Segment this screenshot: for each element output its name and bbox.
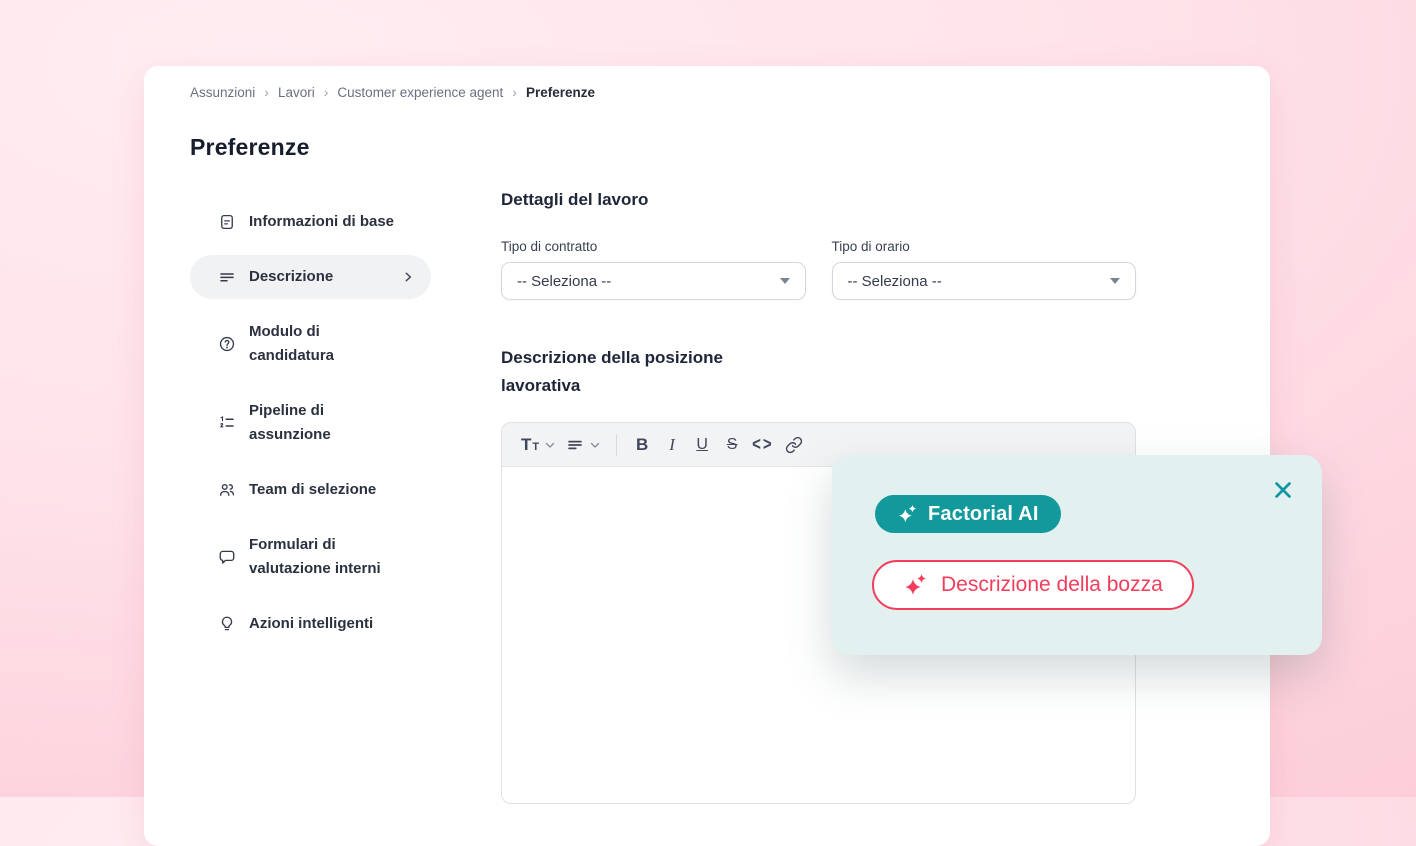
contract-type-selected-value: -- Seleziona --	[517, 273, 611, 290]
bold-icon: B	[636, 435, 648, 455]
draft-description-button-label: Descrizione della bozza	[941, 573, 1163, 597]
chevron-right-icon	[401, 270, 415, 284]
strikethrough-icon: S	[727, 436, 738, 454]
strikethrough-button[interactable]: S	[719, 430, 745, 460]
sparkle-icon	[897, 504, 917, 524]
sidebar-item-label: Informazioni di base	[249, 210, 394, 234]
contract-type-label: Tipo di contratto	[501, 239, 806, 254]
schedule-type-field: Tipo di orario -- Seleziona --	[832, 239, 1137, 300]
schedule-type-label: Tipo di orario	[832, 239, 1137, 254]
italic-icon: I	[669, 435, 675, 455]
breadcrumb-separator: ›	[512, 84, 517, 100]
bold-button[interactable]: B	[629, 430, 655, 460]
align-left-icon	[218, 268, 236, 286]
breadcrumb: Assunzioni › Lavori › Customer experienc…	[190, 84, 595, 100]
job-details-heading: Dettagli del lavoro	[501, 186, 1136, 214]
sparkle-icon	[903, 573, 927, 597]
page-title: Preferenze	[190, 134, 310, 161]
text-style-button[interactable]: TT	[518, 430, 559, 460]
note-icon	[218, 213, 236, 231]
schedule-type-selected-value: -- Seleziona --	[848, 273, 942, 290]
breadcrumb-separator: ›	[324, 84, 329, 100]
code-icon: <>	[752, 434, 774, 455]
breadcrumb-current-preferenze: Preferenze	[526, 85, 595, 100]
job-description-heading: Descrizione della posizione lavorativa	[501, 344, 801, 400]
toolbar-divider	[616, 434, 617, 456]
link-button[interactable]	[781, 430, 807, 460]
alignment-button[interactable]	[563, 430, 604, 460]
sidebar-item-label: Modulo di candidatura	[249, 320, 397, 368]
close-icon[interactable]	[1272, 479, 1294, 501]
caret-down-icon	[1110, 278, 1120, 284]
underline-icon: U	[696, 436, 708, 454]
settings-sidebar: Informazioni di base Descrizione	[190, 200, 431, 646]
sidebar-item-label: Team di selezione	[249, 478, 376, 502]
numbered-list-icon	[218, 414, 236, 432]
italic-button[interactable]: I	[659, 430, 685, 460]
sidebar-item-azioni-intelligenti[interactable]: Azioni intelligenti	[190, 602, 431, 646]
lightbulb-icon	[218, 615, 236, 633]
sidebar-item-label: Pipeline di assunzione	[249, 399, 397, 447]
chevron-down-icon	[589, 439, 601, 451]
contract-type-select[interactable]: -- Seleziona --	[501, 262, 806, 300]
people-icon	[218, 481, 236, 499]
breadcrumb-separator: ›	[264, 84, 269, 100]
align-left-icon	[566, 436, 584, 454]
contract-type-field: Tipo di contratto -- Seleziona --	[501, 239, 806, 300]
factorial-ai-badge: Factorial AI	[875, 495, 1061, 533]
chat-bubble-icon	[218, 548, 236, 566]
sidebar-item-label: Descrizione	[249, 265, 333, 289]
job-details-fields: Tipo di contratto -- Seleziona -- Tipo d…	[501, 239, 1136, 300]
page-background: { "breadcrumb": { "separator": "\u203a",…	[0, 0, 1416, 797]
breadcrumb-job-name[interactable]: Customer experience agent	[337, 85, 503, 100]
chevron-down-icon	[544, 439, 556, 451]
text-style-icon: TT	[521, 435, 539, 455]
draft-description-button[interactable]: Descrizione della bozza	[872, 560, 1194, 610]
breadcrumb-assunzioni[interactable]: Assunzioni	[190, 85, 255, 100]
sidebar-item-modulo-di-candidatura[interactable]: Modulo di candidatura	[190, 310, 431, 378]
schedule-type-select[interactable]: -- Seleziona --	[832, 262, 1137, 300]
breadcrumb-lavori[interactable]: Lavori	[278, 85, 315, 100]
code-button[interactable]: <>	[749, 430, 777, 460]
sidebar-item-label: Azioni intelligenti	[249, 612, 373, 636]
sidebar-item-pipeline-di-assunzione[interactable]: Pipeline di assunzione	[190, 389, 431, 457]
underline-button[interactable]: U	[689, 430, 715, 460]
factorial-ai-popover: Factorial AI Descrizione della bozza	[832, 455, 1322, 655]
caret-down-icon	[780, 278, 790, 284]
question-circle-icon	[218, 335, 236, 353]
sidebar-item-team-di-selezione[interactable]: Team di selezione	[190, 468, 431, 512]
sidebar-item-label: Formulari di valutazione interni	[249, 533, 397, 581]
sidebar-item-formulari-di-valutazione-interni[interactable]: Formulari di valutazione interni	[190, 523, 431, 591]
sidebar-item-informazioni-di-base[interactable]: Informazioni di base	[190, 200, 431, 244]
factorial-ai-badge-label: Factorial AI	[928, 503, 1039, 526]
link-icon	[785, 436, 803, 454]
sidebar-item-descrizione[interactable]: Descrizione	[190, 255, 431, 299]
